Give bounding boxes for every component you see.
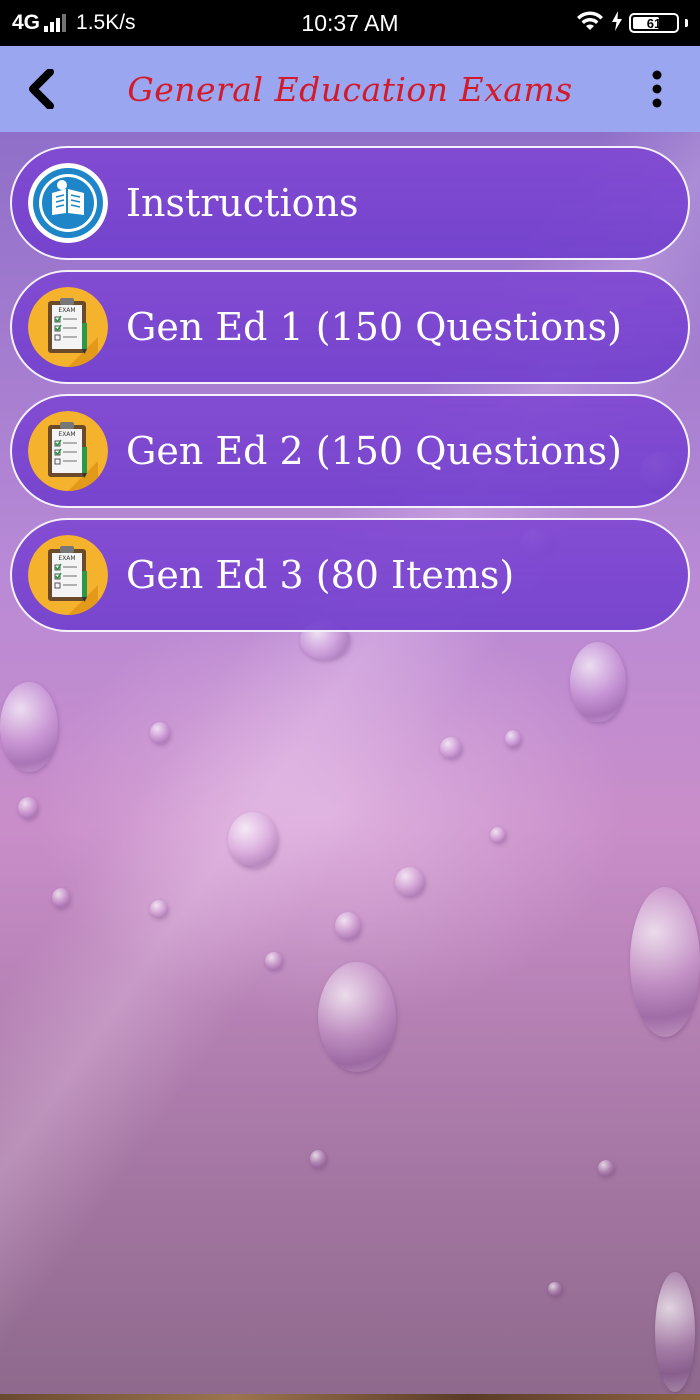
menu-item-label: Gen Ed 1 (150 Questions) <box>126 305 622 349</box>
exam-clipboard-icon: EXAM <box>28 411 108 491</box>
svg-text:EXAM: EXAM <box>58 307 75 314</box>
status-right: 61 <box>575 0 688 46</box>
exam-menu-list: Instructions EXAM Gen Ed 1 (150 Question… <box>10 146 690 642</box>
battery-level: 61 <box>646 15 662 31</box>
app-bar: General Education Exams <box>0 46 700 132</box>
gen-ed-1-button[interactable]: EXAM Gen Ed 1 (150 Questions) <box>10 270 690 384</box>
instructions-icon <box>28 163 108 243</box>
exam-clipboard-icon: EXAM <box>28 535 108 615</box>
gen-ed-2-button[interactable]: EXAM Gen Ed 2 (150 Questions) <box>10 394 690 508</box>
charging-icon <box>611 10 623 36</box>
gen-ed-3-button[interactable]: EXAM Gen Ed 3 (80 Items) <box>10 518 690 632</box>
battery-tip <box>685 19 688 27</box>
menu-item-label: Gen Ed 2 (150 Questions) <box>126 429 622 473</box>
battery-icon: 61 <box>629 13 679 33</box>
menu-item-label: Gen Ed 3 (80 Items) <box>126 553 515 597</box>
wifi-icon <box>575 10 605 37</box>
status-bar: 4G 1.5K/s 10:37 AM 61 <box>0 0 700 46</box>
menu-item-label: Instructions <box>126 181 359 225</box>
svg-text:EXAM: EXAM <box>58 555 75 562</box>
back-arrow-icon <box>29 69 54 109</box>
page-title: General Education Exams <box>127 69 573 109</box>
bottom-edge <box>0 1394 700 1400</box>
more-vertical-icon <box>652 70 662 108</box>
back-button[interactable] <box>16 64 66 114</box>
svg-text:EXAM: EXAM <box>58 431 75 438</box>
overflow-menu-button[interactable] <box>632 64 682 114</box>
exam-clipboard-icon: EXAM <box>28 287 108 367</box>
instructions-button[interactable]: Instructions <box>10 146 690 260</box>
